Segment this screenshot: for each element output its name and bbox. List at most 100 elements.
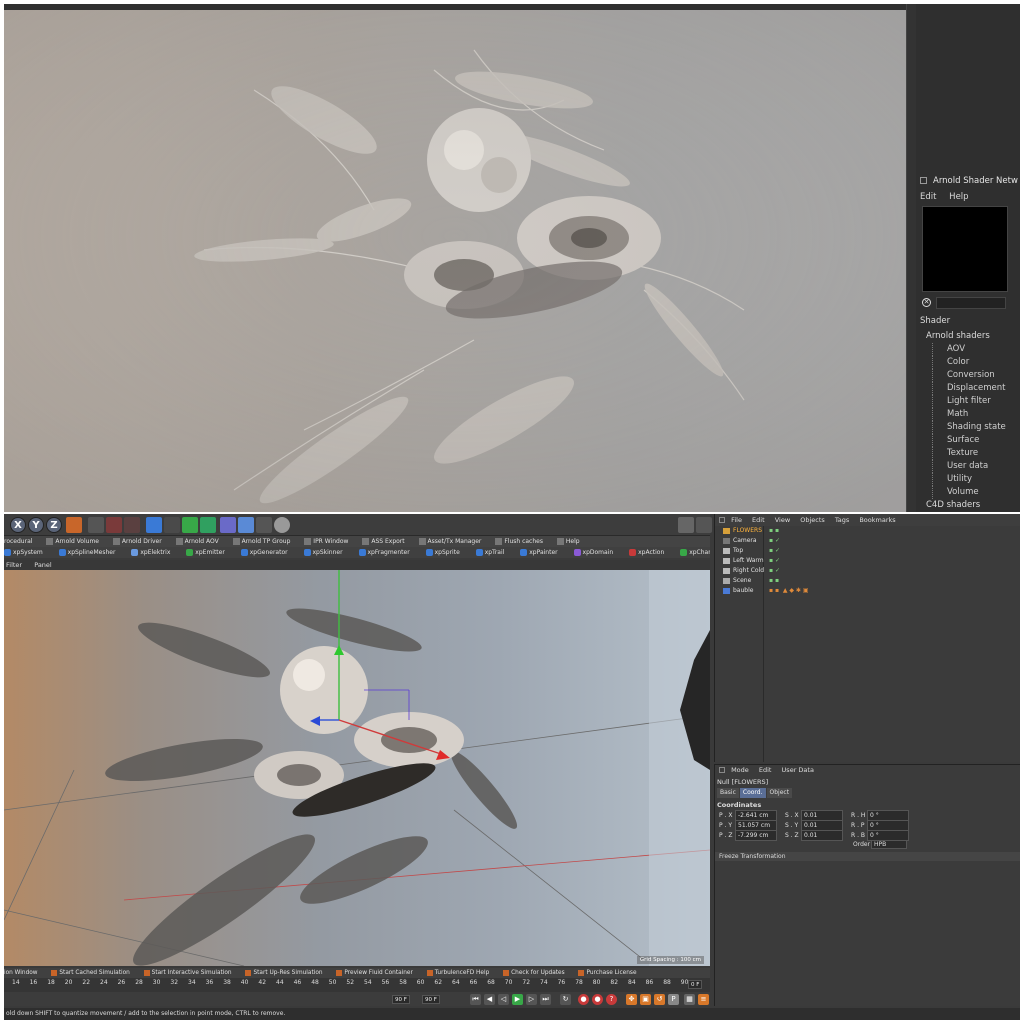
menu-arnold-aov[interactable]: Arnold AOV — [175, 536, 225, 547]
object-tags[interactable]: ▪ ▪ ▲ ◆ ✱ ▣ — [769, 586, 809, 596]
tree-node-color[interactable]: Color — [932, 356, 1018, 369]
tree-node-c4d-shaders[interactable]: C4D shaders — [926, 499, 1018, 512]
tab-coord[interactable]: Coord. — [739, 788, 766, 798]
render-view-icon[interactable] — [88, 517, 104, 533]
record-keys-icon[interactable]: ● — [578, 994, 589, 1005]
menu-arnold-driver[interactable]: Arnold Driver — [112, 536, 168, 547]
xp-emitter[interactable]: xpEmitter — [186, 547, 232, 558]
tree-node-utility[interactable]: Utility — [932, 473, 1018, 486]
tree-node-user-data[interactable]: User data — [932, 460, 1018, 473]
xp-fragmenter[interactable]: xpFragmenter — [358, 547, 417, 558]
current-frame-field[interactable]: 0 F — [688, 980, 703, 989]
purchase-license[interactable]: Purchase License — [578, 968, 642, 978]
go-to-start-icon[interactable]: ⏮ — [470, 994, 481, 1005]
panel-grip-icon[interactable] — [920, 177, 927, 184]
om-menu-bookmarks[interactable]: Bookmarks — [859, 516, 895, 524]
start-up-res-simulation[interactable]: Start Up-Res Simulation — [245, 968, 328, 978]
step-forward-icon[interactable]: ▷ — [526, 994, 537, 1005]
panel-grip-icon[interactable] — [719, 767, 725, 773]
render-settings-icon[interactable] — [124, 517, 140, 533]
layout-menu-icon[interactable] — [696, 517, 712, 533]
turbulencefd-help[interactable]: TurbulenceFD Help — [426, 968, 496, 978]
play-forward-icon[interactable]: ▶ — [512, 994, 523, 1005]
menu-ass-export[interactable]: ASS Export — [362, 536, 410, 547]
tab-basic[interactable]: Basic — [717, 788, 739, 798]
axis-x-button[interactable]: X — [10, 517, 26, 533]
menu-edit[interactable]: Edit — [920, 192, 936, 202]
coordinate-system-icon[interactable] — [66, 517, 82, 533]
object-row-scene[interactable]: Scene ▪ ▪ — [715, 576, 1020, 586]
object-row-bauble[interactable]: bauble ▪ ▪ ▲ ◆ ✱ ▣ — [715, 586, 1020, 596]
autokey-icon[interactable]: ● — [592, 994, 603, 1005]
om-menu-file[interactable]: File — [731, 516, 742, 524]
xp-painter[interactable]: xpPainter — [520, 547, 564, 558]
om-menu-tags[interactable]: Tags — [835, 516, 849, 524]
camera-icon[interactable] — [256, 517, 272, 533]
xp-system[interactable]: xpSystem — [4, 547, 50, 558]
parameter-key-icon[interactable]: P — [668, 994, 679, 1005]
start-cached-simulation[interactable]: Start Cached Simulation — [51, 968, 135, 978]
om-menu-view[interactable]: View — [775, 516, 790, 524]
timeline-menu-icon[interactable]: ≡ — [698, 994, 709, 1005]
3d-viewport[interactable]: Grid Spacing : 100 cm — [4, 570, 710, 966]
go-to-end-icon[interactable]: ⏭ — [540, 994, 551, 1005]
rotation-key-icon[interactable]: ↺ — [654, 994, 665, 1005]
xp-domain[interactable]: xpDomain — [573, 547, 621, 558]
object-row-camera[interactable]: Camera ▪ ✓ — [715, 536, 1020, 546]
menu-asset-tx-manager[interactable]: Asset/Tx Manager — [418, 536, 488, 547]
tree-node-texture[interactable]: Texture — [932, 447, 1018, 460]
xp-action[interactable]: xpAction — [629, 547, 671, 558]
visibility-flags[interactable]: ▪ ▪ — [769, 526, 779, 536]
check-for-updates[interactable]: Check for Updates — [503, 968, 571, 978]
spline-pen-icon[interactable] — [164, 517, 180, 533]
menu-panel[interactable]: Panel — [34, 561, 52, 569]
point-level-icon[interactable]: ▦ — [684, 994, 695, 1005]
axis-y-button[interactable]: Y — [28, 517, 44, 533]
freeze-transformation-group[interactable]: Freeze Transformation — [715, 852, 1020, 861]
step-back-icon[interactable]: ◀ — [484, 994, 495, 1005]
object-row-top[interactable]: Top ▪ ✓ — [715, 546, 1020, 556]
floor-icon[interactable] — [238, 517, 254, 533]
visibility-flags[interactable]: ▪ ✓ — [769, 536, 780, 546]
om-menu-objects[interactable]: Objects — [800, 516, 825, 524]
menu-arnold-volume[interactable]: Arnold Volume — [46, 536, 105, 547]
deformer-icon[interactable] — [220, 517, 236, 533]
preview-fluid-container[interactable]: Preview Fluid Container — [336, 968, 419, 978]
array-icon[interactable] — [200, 517, 216, 533]
play-backward-icon[interactable]: ◁ — [498, 994, 509, 1005]
clear-search-icon[interactable]: ✕ — [922, 298, 931, 307]
panel-divider[interactable] — [906, 4, 916, 512]
menu-help[interactable]: Help — [949, 192, 968, 202]
object-row-left-warm[interactable]: Left Warm ▪ ✓ — [715, 556, 1020, 566]
xp-spline-mesher[interactable]: xpSplineMesher — [58, 547, 123, 558]
object-row-right-cold[interactable]: Right Cold ▪ ✓ — [715, 566, 1020, 576]
menu-flush-caches[interactable]: Flush caches — [495, 536, 549, 547]
tree-node-shading-state[interactable]: Shading state — [932, 421, 1018, 434]
tab-object[interactable]: Object — [766, 788, 793, 798]
position-key-icon[interactable]: ✥ — [626, 994, 637, 1005]
visibility-flags[interactable]: ▪ ✓ — [769, 566, 780, 576]
render-picture-viewer-icon[interactable] — [106, 517, 122, 533]
xp-elektrix[interactable]: xpElektrix — [131, 547, 177, 558]
om-menu-edit[interactable]: Edit — [752, 516, 765, 524]
am-menu-edit[interactable]: Edit — [759, 766, 772, 774]
am-menu-user-data[interactable]: User Data — [782, 766, 814, 774]
end-frame-field[interactable]: 90 F — [422, 995, 440, 1004]
rotation-order-dropdown[interactable]: HPB — [871, 840, 907, 849]
xp-skinner[interactable]: xpSkinner — [303, 547, 350, 558]
axis-z-button[interactable]: Z — [46, 517, 62, 533]
cube-icon[interactable] — [146, 517, 162, 533]
object-row-flowers[interactable]: FLOWERS ▪ ▪ — [715, 526, 1020, 536]
subdivision-icon[interactable] — [182, 517, 198, 533]
tree-node-surface[interactable]: Surface — [932, 434, 1018, 447]
xp-generator[interactable]: xpGenerator — [240, 547, 295, 558]
sim-window-item[interactable]: ion Window — [4, 968, 44, 978]
keyframe-selection-icon[interactable]: ? — [606, 994, 617, 1005]
tree-node-light-filter[interactable]: Light filter — [932, 395, 1018, 408]
menu-arnold-help[interactable]: Help — [556, 536, 586, 547]
menu-filter[interactable]: Filter — [6, 561, 22, 569]
am-menu-mode[interactable]: Mode — [731, 766, 749, 774]
loop-icon[interactable]: ↻ — [560, 994, 571, 1005]
xp-change-group[interactable]: xpChangeGroup — [680, 547, 710, 558]
xp-sprite[interactable]: xpSprite — [425, 547, 467, 558]
